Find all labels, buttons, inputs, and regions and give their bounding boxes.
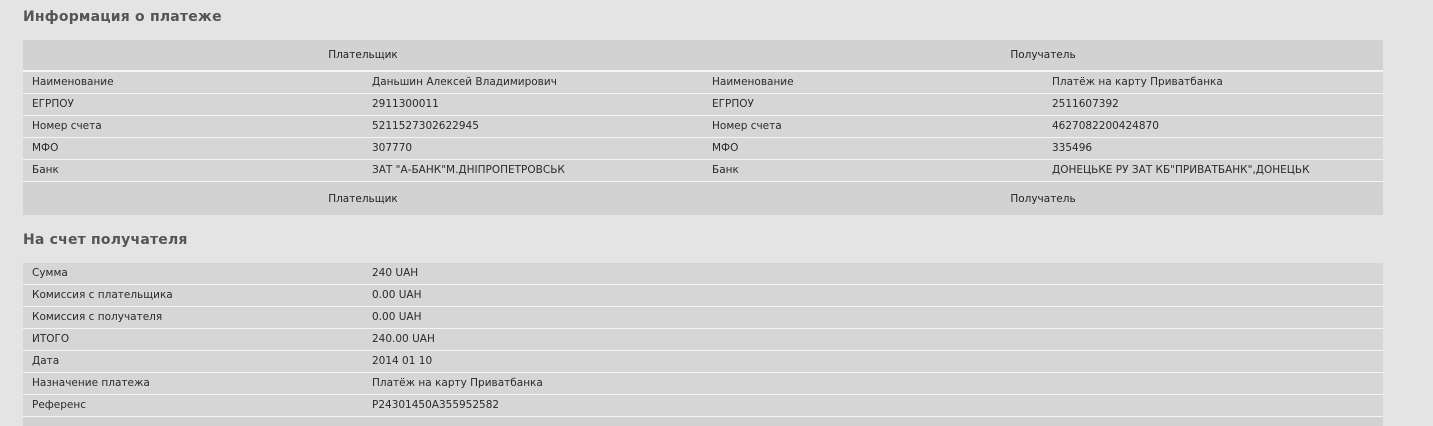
recipient-account-title: На счет получателя — [23, 232, 188, 248]
row-label: МФО — [712, 142, 739, 154]
table-row: Комиссия с получателя 0.00 UAH — [23, 307, 1383, 329]
row-value: 0.00 UAH — [372, 289, 422, 301]
payer-value: Даньшин Алексей Владимирович — [372, 76, 557, 88]
table-row: Комиссия с плательщика 0.00 UAH — [23, 285, 1383, 307]
row-label: Назначение платежа — [32, 377, 150, 389]
row-value: 240.00 UAH — [372, 333, 435, 345]
row-value: Платёж на карту Приватбанка — [372, 377, 543, 389]
row-label: Наименование — [32, 76, 114, 88]
row-label: Сумма — [32, 267, 68, 279]
table-footer-row: Плательщик Получатель — [23, 182, 1383, 215]
payer-column-header: Плательщик — [328, 49, 398, 61]
row-label: Референс — [32, 399, 86, 411]
recipient-column-footer: Получатель — [1010, 192, 1076, 205]
payer-column-footer: Плательщик — [328, 192, 398, 205]
payer-value: 2911300011 — [372, 98, 439, 110]
row-label: Наименование — [712, 76, 794, 88]
row-label: ИТОГО — [32, 333, 70, 345]
table-row: Дата 2014 01 10 — [23, 351, 1383, 373]
row-label: ЕГРПОУ — [712, 98, 754, 110]
payment-info-title: Информация о платеже — [23, 9, 222, 25]
row-label: Банк — [712, 164, 739, 176]
row-value: P24301450A355952582 — [372, 399, 500, 411]
table-row: ЕГРПОУ 2911300011 ЕГРПОУ 2511607392 — [23, 94, 1383, 116]
row-value: 240 UAH — [372, 267, 419, 279]
row-label: Комиссия с получателя — [32, 311, 163, 323]
table-row: Референс P24301450A355952582 — [23, 395, 1383, 417]
table-row: Банк ЗАТ "А-БАНК"М.ДНІПРОПЕТРОВСЬК Банк … — [23, 160, 1383, 182]
row-label: Номер счета — [32, 120, 102, 132]
table-row: Наименование Даньшин Алексей Владимирови… — [23, 72, 1383, 94]
row-label: Банк — [32, 164, 59, 176]
recipient-value: 4627082200424870 — [1052, 120, 1159, 132]
row-label: МФО — [32, 142, 59, 154]
row-label: Комиссия с плательщика — [32, 289, 173, 301]
row-value: 2014 01 10 — [372, 355, 433, 367]
recipient-value: Платёж на карту Приватбанка — [1052, 76, 1223, 88]
table-row: ИТОГО 240.00 UAH — [23, 329, 1383, 351]
table-row: Номер счета 5211527302622945 Номер счета… — [23, 116, 1383, 138]
payer-value: 307770 — [372, 142, 413, 154]
table-row: Сумма 240 UAH — [23, 263, 1383, 285]
recipient-value: 2511607392 — [1052, 98, 1119, 110]
table-header-row: Плательщик Получатель — [23, 40, 1383, 72]
table-row: Назначение платежа Платёж на карту Прива… — [23, 373, 1383, 395]
recipient-column-header: Получатель — [1010, 49, 1076, 61]
row-label: ЕГРПОУ — [32, 98, 74, 110]
table-row: МФО 307770 МФО 335496 — [23, 138, 1383, 160]
row-label: Дата — [32, 355, 60, 367]
recipient-value: ДОНЕЦЬКЕ РУ ЗАТ КБ"ПРИВАТБАНК",ДОНЕЦЬК — [1052, 164, 1310, 176]
table-footer-row — [23, 417, 1383, 426]
recipient-value: 335496 — [1052, 142, 1093, 154]
payment-info-table: Плательщик Получатель Наименование Даньш… — [23, 40, 1383, 215]
row-label: Номер счета — [712, 120, 782, 132]
payer-value: ЗАТ "А-БАНК"М.ДНІПРОПЕТРОВСЬК — [372, 164, 565, 176]
recipient-account-table: Сумма 240 UAH Комиссия с плательщика 0.0… — [23, 263, 1383, 426]
row-value: 0.00 UAH — [372, 311, 422, 323]
payer-value: 5211527302622945 — [372, 120, 479, 132]
